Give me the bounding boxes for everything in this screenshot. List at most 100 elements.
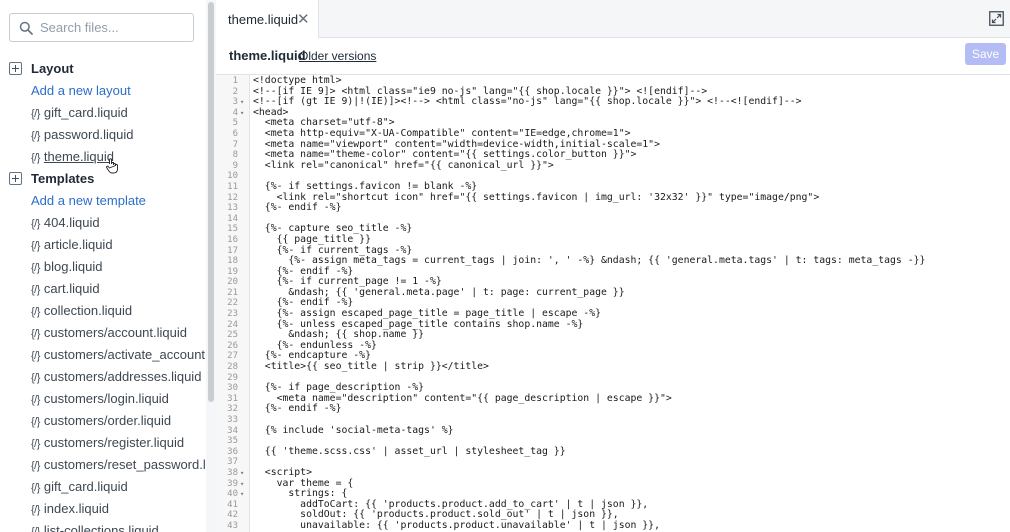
fold-arrow-icon[interactable]: ▾	[240, 468, 244, 479]
file-item-gift-card-layout[interactable]: {/} gift_card.liquid	[0, 102, 206, 124]
liquid-file-icon: {/}	[31, 504, 40, 516]
file-item[interactable]: {/} customers/order.liquid	[0, 410, 206, 432]
code-line: 11 {%- if settings.favicon != blank -%}	[216, 180, 1010, 193]
line-number: 7	[232, 139, 238, 150]
save-button[interactable]: Save	[965, 43, 1006, 65]
liquid-file-icon: {/}	[31, 108, 40, 120]
add-new-layout-link[interactable]: Add a new layout	[0, 80, 206, 102]
code-text: {%- endif -%}	[253, 202, 342, 214]
code-lines: 1 <!doctype html> 2 <!--[if IE 9]> <html cl…	[216, 75, 1010, 532]
file-label: gift_card.liquid	[43, 479, 128, 494]
line-number: 8	[232, 150, 238, 161]
add-new-template-link[interactable]: Add a new template	[0, 190, 206, 212]
file-item[interactable]: {/} article.liquid	[0, 234, 206, 256]
line-number: 38	[227, 467, 238, 478]
code-text: <!doctype html>	[253, 75, 342, 86]
fullscreen-icon[interactable]	[989, 11, 1004, 26]
fold-arrow-icon[interactable]: ▾	[240, 479, 244, 490]
line-number: 28	[227, 362, 238, 373]
code-line: 3 ▾ <!--[if (gt IE 9)|!(IE)]><!--> <html c…	[216, 97, 1010, 108]
liquid-file-icon: {/}	[31, 262, 40, 274]
code-line: 28 <title>{{ seo_title | strip }}</title…	[216, 361, 1010, 373]
line-number: 3	[232, 97, 238, 108]
line-number: 17	[227, 245, 238, 256]
line-number: 30	[227, 383, 238, 394]
liquid-file-icon: {/}	[31, 526, 40, 532]
code-text: {%- if settings.favicon != blank -%}	[253, 180, 478, 192]
file-label: index.liquid	[43, 501, 109, 516]
liquid-file-icon: {/}	[31, 438, 40, 450]
liquid-file-icon: {/}	[31, 284, 40, 296]
line-number: 29	[227, 372, 238, 383]
line-number: 6	[232, 128, 238, 139]
fold-arrow-icon[interactable]: ▾	[240, 489, 244, 500]
code-editor-panel: theme.liquid ✕ theme.liquid Older versio…	[216, 0, 1010, 532]
line-number: 32	[227, 404, 238, 415]
mouse-pointer-icon	[106, 158, 118, 174]
file-item-theme[interactable]: {/} theme.liquid	[0, 146, 206, 168]
line-number: 14	[227, 213, 238, 224]
file-label: article.liquid	[43, 237, 113, 252]
file-item[interactable]: {/} 404.liquid	[0, 212, 206, 234]
file-item[interactable]: {/} cart.liquid	[0, 278, 206, 300]
sidebar-scrollbar-thumb[interactable]	[208, 2, 214, 402]
file-item[interactable]: {/} blog.liquid	[0, 256, 206, 278]
line-number: 1	[232, 76, 238, 86]
file-item[interactable]: {/} index.liquid	[0, 498, 206, 520]
expand-plus-icon[interactable]	[9, 62, 22, 75]
line-number: 35	[227, 436, 238, 447]
file-item[interactable]: {/} list-collections.liquid	[0, 520, 206, 532]
line-number: 12	[227, 192, 238, 203]
tab-bar: theme.liquid ✕	[216, 0, 1010, 38]
liquid-file-icon: {/}	[31, 394, 40, 406]
file-item[interactable]: {/}customers/activate_account.liquid	[0, 344, 206, 366]
file-item[interactable]: {/}customers/reset_password.liquid	[0, 454, 206, 476]
close-icon[interactable]: ✕	[297, 10, 310, 28]
code-text: <script>	[253, 466, 312, 478]
file-item[interactable]: {/} gift_card.liquid	[0, 476, 206, 498]
fold-arrow-icon[interactable]: ▾	[240, 97, 244, 108]
line-number: 5	[232, 118, 238, 129]
liquid-file-icon: {/}	[31, 460, 40, 472]
line-number: 37	[227, 457, 238, 468]
file-label: cart.liquid	[43, 281, 100, 296]
search-icon	[19, 21, 33, 35]
expand-plus-icon[interactable]	[9, 172, 22, 185]
file-item[interactable]: {/} customers/login.liquid	[0, 388, 206, 410]
code-area[interactable]: 1 <!doctype html> 2 <!--[if IE 9]> <html cl…	[216, 74, 1010, 532]
older-versions-link[interactable]: Older versions	[299, 49, 376, 63]
file-label: list-collections.liquid	[43, 523, 159, 532]
search-input[interactable]	[40, 15, 190, 40]
file-item-password[interactable]: {/} password.liquid	[0, 124, 206, 146]
liquid-file-icon: {/}	[31, 240, 40, 252]
section-layout[interactable]: Layout	[0, 58, 206, 80]
section-title-layout: Layout	[31, 61, 74, 76]
line-number: 9	[232, 160, 238, 171]
section-templates[interactable]: Templates	[0, 168, 206, 190]
file-item[interactable]: {/} collection.liquid	[0, 300, 206, 322]
file-label: theme.liquid	[43, 149, 115, 164]
code-text: {%- assign meta_tags = current_tags | jo…	[253, 255, 926, 267]
file-label: blog.liquid	[43, 259, 103, 274]
line-number: 22	[227, 298, 238, 309]
file-item[interactable]: {/} customers/account.liquid	[0, 322, 206, 344]
code-line: 37	[216, 457, 1010, 468]
liquid-file-icon: {/}	[31, 218, 40, 230]
line-number: 40	[227, 489, 238, 500]
liquid-file-icon: {/}	[31, 350, 40, 362]
file-label: collection.liquid	[43, 303, 133, 318]
liquid-file-icon: {/}	[31, 152, 40, 164]
liquid-file-icon: {/}	[31, 372, 40, 384]
file-label: password.liquid	[43, 127, 134, 142]
line-number: 33	[227, 415, 238, 425]
code-line: 6 <meta http-equiv="X-UA-Compatible" con…	[216, 128, 1010, 140]
file-item[interactable]: {/} customers/register.liquid	[0, 432, 206, 454]
file-tree: Layout Add a new layout {/} gift_card.liq…	[0, 58, 206, 532]
code-line: 36 {{ 'theme.scss.css' | asset_url | sty…	[216, 446, 1010, 458]
tab-theme-liquid[interactable]: theme.liquid ✕	[216, 0, 319, 38]
line-number: 24	[227, 319, 238, 330]
file-item[interactable]: {/} customers/addresses.liquid	[0, 366, 206, 388]
line-number: 34	[227, 425, 238, 436]
file-label: gift_card.liquid	[43, 105, 128, 120]
fold-arrow-icon[interactable]: ▾	[240, 108, 244, 119]
